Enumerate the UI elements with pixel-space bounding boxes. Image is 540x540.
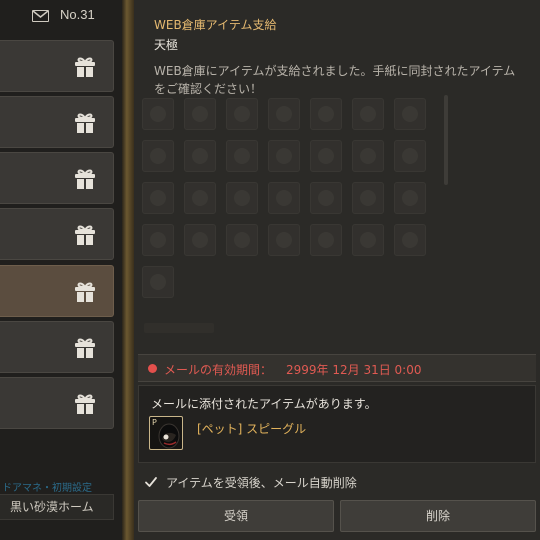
mail-list-item[interactable] [0,152,114,204]
mail-detail-panel: WEB倉庫アイテム支給 天極 WEB倉庫にアイテムが支給されました。手紙に同封さ… [134,0,540,540]
mail-list-item[interactable] [0,377,114,429]
background-faint-label [144,323,214,333]
delete-button[interactable]: 削除 [340,500,536,532]
gift-icon [75,225,95,245]
mail-list-item[interactable] [0,321,114,373]
expiry-label: メールの有効期間： [164,363,273,377]
mail-title: WEB倉庫アイテム支給 [154,18,277,32]
mail-count: No.31 [60,7,95,22]
mail-list-item[interactable] [0,96,114,148]
gift-icon [75,394,95,414]
item-grade-mark: P [152,418,157,427]
envelope-icon [32,10,49,22]
mail-list-item[interactable] [0,208,114,260]
receive-button[interactable]: 受領 [138,500,334,532]
pet-item-slot[interactable]: P [149,416,183,450]
home-button[interactable]: 黒い砂漠ホーム [0,494,114,520]
expiry-status-dot-icon [148,364,157,373]
mail-sender: 天極 [154,38,179,52]
background-scrollbar [444,95,448,185]
expiry-bar: メールの有効期間： 2999年 12月 31日 0:00 [138,354,536,382]
auto-delete-label: アイテムを受領後、メール自動削除 [166,476,357,490]
attachment-heading: メールに添付されたアイテムがあります。 [151,397,377,411]
footer-link-text[interactable]: ドアマネ・初期設定 [2,479,92,494]
background-inventory-grid [142,98,432,313]
expiry-value: 2999年 12月 31日 0:00 [286,363,422,377]
attached-item-name: [ペット] スピーグル [197,422,307,436]
mail-list-panel: No.31 ドアマネ・初期設定 黒い砂漠ホーム [0,0,122,540]
gift-icon [75,282,95,302]
mail-list-header: No.31 [0,0,122,32]
mail-body: WEB倉庫にアイテムが支給されました。手紙に同封されたアイテムをご確認ください！ [154,64,516,96]
gift-icon [75,169,95,189]
gift-icon [75,338,95,358]
panel-divider [122,0,134,540]
gift-icon [75,57,95,77]
mail-list-item-selected[interactable] [0,265,114,317]
attachment-box: メールに添付されたアイテムがあります。 P [ペット] スピーグル [138,385,536,463]
gift-icon [75,113,95,133]
checkmark-icon [145,477,157,487]
mail-list-item[interactable] [0,40,114,92]
